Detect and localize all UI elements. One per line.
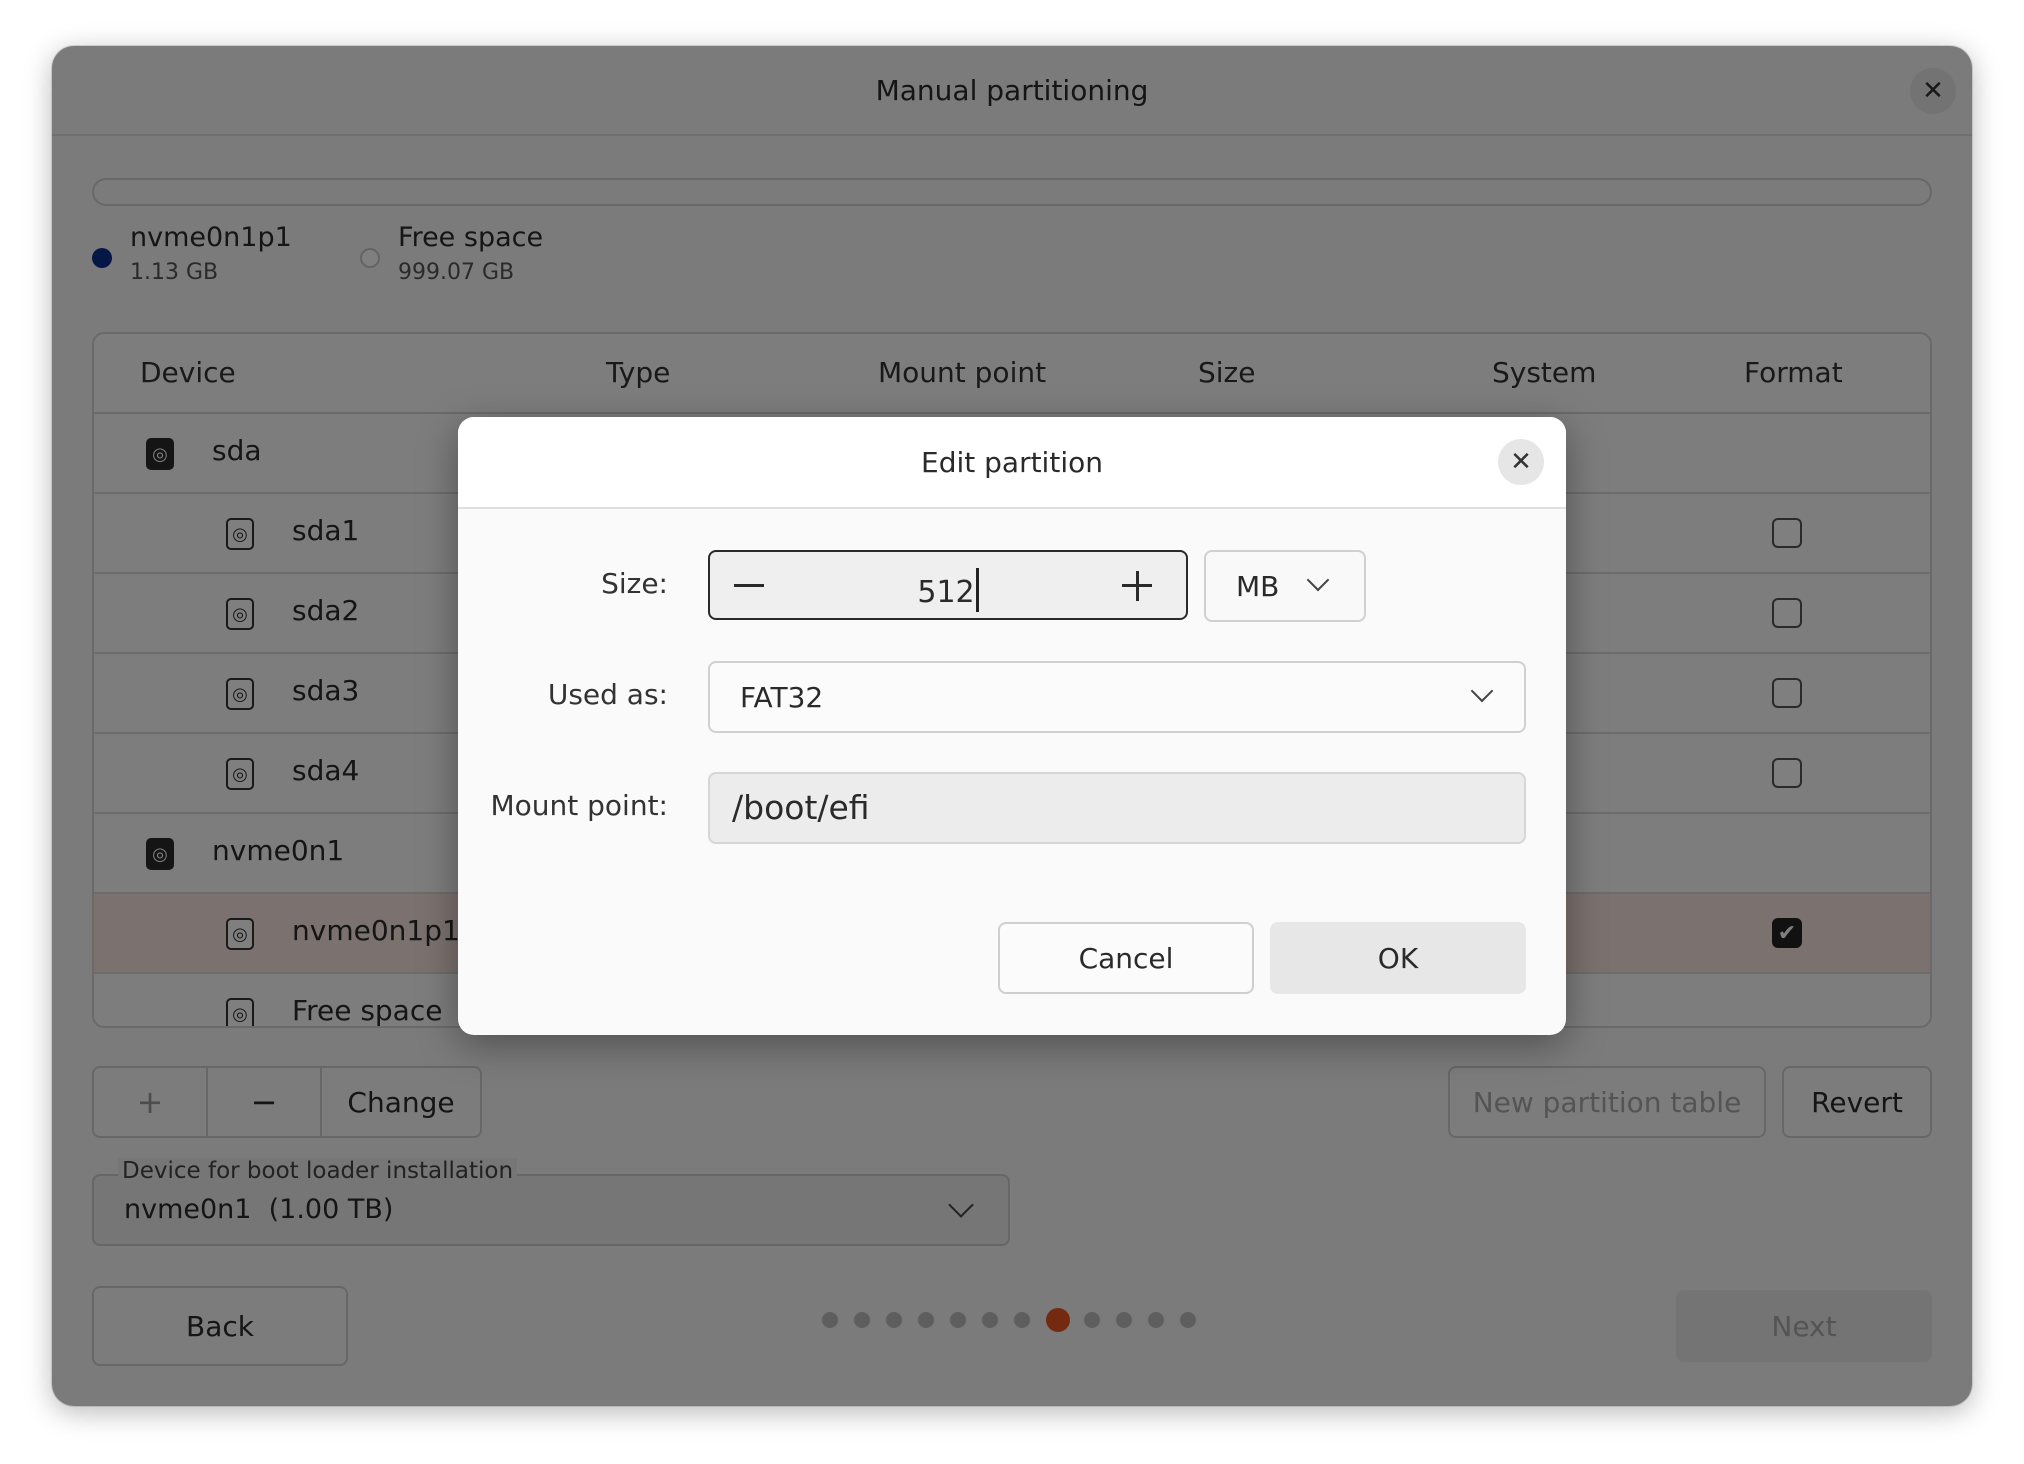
used-as-dropdown[interactable]: FAT32 (708, 661, 1526, 733)
mount-point-label: Mount point: (490, 789, 668, 822)
ok-button[interactable]: OK (1270, 922, 1526, 994)
chevron-down-icon (1470, 679, 1494, 703)
unit-value: MB (1236, 570, 1280, 603)
size-label: Size: (601, 567, 668, 600)
chevron-down-icon (1306, 568, 1330, 592)
dialog-title: Edit partition (921, 446, 1103, 479)
size-value[interactable]: 512 (710, 568, 1186, 612)
used-as-label: Used as: (547, 678, 668, 711)
dialog-close-button[interactable]: ✕ (1498, 439, 1544, 485)
mount-point-value: /boot/efi (732, 788, 870, 827)
dialog-titlebar: Edit partition ✕ (458, 417, 1566, 509)
used-as-value: FAT32 (740, 681, 824, 714)
text-cursor (975, 568, 979, 612)
edit-partition-dialog: Edit partition ✕ Size: 512 MB Used as: F… (458, 417, 1566, 1035)
close-icon: ✕ (1510, 447, 1532, 477)
size-unit-dropdown[interactable]: MB (1204, 550, 1366, 622)
cancel-button[interactable]: Cancel (998, 922, 1254, 994)
mount-point-field[interactable]: /boot/efi (708, 772, 1526, 844)
plus-icon-vertical (1136, 571, 1139, 601)
size-spinbutton[interactable]: 512 (708, 550, 1188, 620)
